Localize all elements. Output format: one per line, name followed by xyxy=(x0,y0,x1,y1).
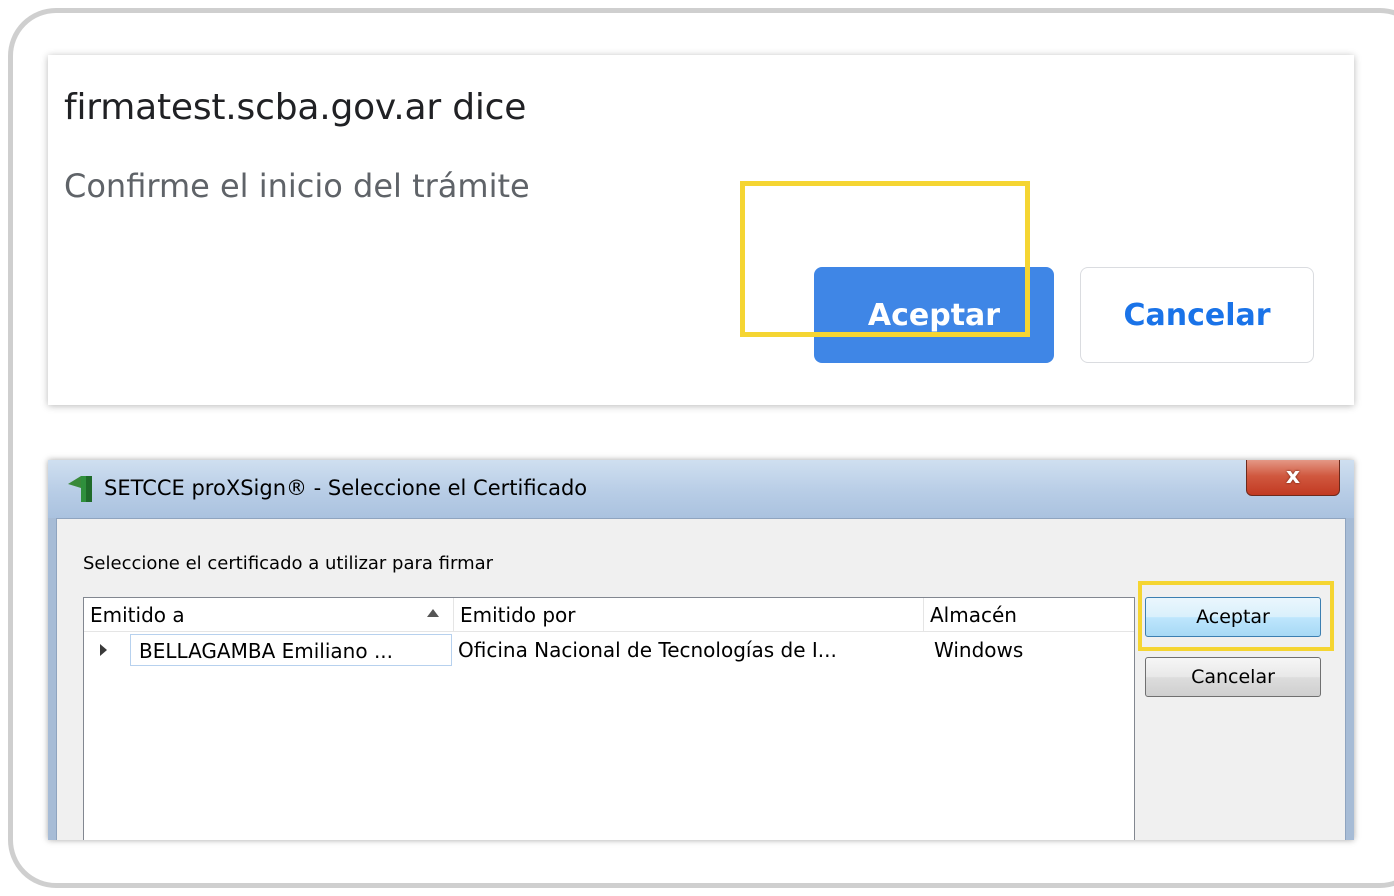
dialog-message: Confirme el inicio del trámite xyxy=(64,167,530,205)
certificate-dialog: SETCCE proXSign® - Seleccione el Certifi… xyxy=(48,460,1354,840)
column-header-store[interactable]: Almacén xyxy=(924,598,1134,632)
browser-confirm-dialog: firmatest.scba.gov.ar dice Confirme el i… xyxy=(48,55,1354,405)
close-icon: x xyxy=(1285,463,1301,489)
list-header: Emitido a Emitido por Almacén xyxy=(84,598,1134,632)
window-title: SETCCE proXSign® - Seleccione el Certifi… xyxy=(104,476,588,500)
cancel-button[interactable]: Cancelar xyxy=(1080,267,1314,363)
window-titlebar[interactable]: SETCCE proXSign® - Seleccione el Certifi… xyxy=(48,460,1354,518)
cell-issued-to: BELLAGAMBA Emiliano ... xyxy=(130,634,452,666)
instruction-label: Seleccione el certificado a utilizar par… xyxy=(83,553,494,574)
table-row[interactable]: BELLAGAMBA Emiliano ... Oficina Nacional… xyxy=(84,634,1134,666)
column-header-label: Emitido por xyxy=(460,603,576,627)
certificate-list[interactable]: Emitido a Emitido por Almacén BELLAGAMBA… xyxy=(83,597,1135,840)
accept-button[interactable]: Aceptar xyxy=(814,267,1054,363)
expand-arrow-icon[interactable] xyxy=(100,644,107,656)
cell-store: Windows xyxy=(934,638,1024,662)
window-body: Seleccione el certificado a utilizar par… xyxy=(56,518,1346,840)
proxsign-app-icon xyxy=(68,476,92,502)
column-header-label: Almacén xyxy=(930,603,1017,627)
dialog-title: firmatest.scba.gov.ar dice xyxy=(64,87,527,128)
cert-accept-button[interactable]: Aceptar xyxy=(1145,597,1321,637)
column-header-issued-by[interactable]: Emitido por xyxy=(454,598,924,632)
column-header-label: Emitido a xyxy=(90,603,185,627)
column-header-issued-to[interactable]: Emitido a xyxy=(84,598,454,632)
sort-ascending-icon xyxy=(427,609,439,617)
cell-issued-by: Oficina Nacional de Tecnologías de I... xyxy=(458,638,837,662)
cert-cancel-button[interactable]: Cancelar xyxy=(1145,657,1321,697)
close-button[interactable]: x xyxy=(1246,460,1340,496)
